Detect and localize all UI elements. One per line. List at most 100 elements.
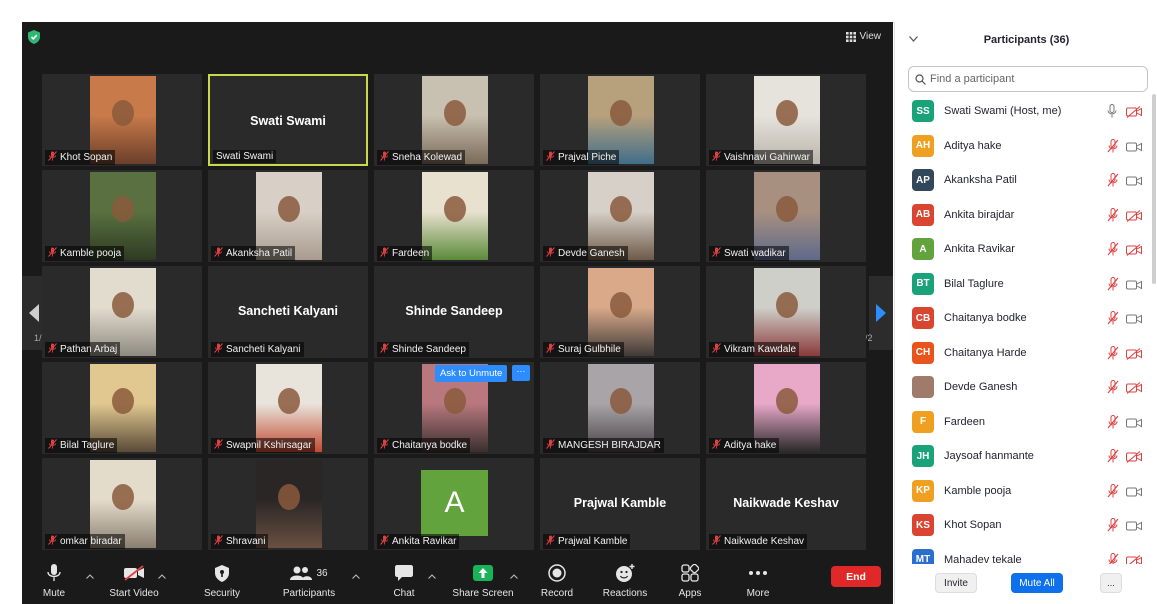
chevron-up-icon[interactable] bbox=[352, 571, 360, 581]
camera-icon[interactable] bbox=[1126, 140, 1142, 152]
video-tile-shinde-sandeep[interactable]: Shinde Sandeep Shinde Sandeep bbox=[374, 266, 534, 358]
participant-row[interactable]: KS Khot Sopan bbox=[895, 508, 1157, 542]
participant-row[interactable]: MT Mahadev tekale bbox=[895, 543, 1157, 564]
participant-row[interactable]: SS Swati Swami (Host, me) bbox=[895, 94, 1157, 128]
camera-off-icon[interactable] bbox=[1126, 381, 1142, 394]
person-silhouette bbox=[444, 196, 466, 222]
participant-row[interactable]: F Fardeen bbox=[895, 405, 1157, 439]
camera-icon[interactable] bbox=[1126, 485, 1142, 497]
video-tile-ankita-ravikar[interactable]: A Ankita Ravikar bbox=[374, 458, 534, 550]
camera-icon[interactable] bbox=[1126, 312, 1142, 324]
participant-row[interactable]: Devde Ganesh bbox=[895, 370, 1157, 404]
camera-off-icon[interactable] bbox=[1126, 450, 1142, 463]
participant-row[interactable]: KP Kamble pooja bbox=[895, 474, 1157, 508]
tile-more-options-button[interactable]: ··· bbox=[512, 365, 530, 381]
video-tile-aditya-hake[interactable]: Aditya hake bbox=[706, 362, 866, 454]
video-tile-sancheti-kalyani[interactable]: Sancheti Kalyani Sancheti Kalyani bbox=[208, 266, 368, 358]
video-tile-vaishnavi-gahirwar[interactable]: Vaishnavi Gahirwar bbox=[706, 74, 866, 166]
video-tile-prajwal-kamble[interactable]: Prajwal Kamble Prajwal Kamble bbox=[540, 458, 700, 550]
video-tile-devde-ganesh[interactable]: Devde Ganesh bbox=[540, 170, 700, 262]
video-tile-sneha-kolewad[interactable]: Sneha Kolewad bbox=[374, 74, 534, 166]
video-tile-swapnil-kshirsagar[interactable]: Swapnil Kshirsagar bbox=[208, 362, 368, 454]
mic-muted-icon bbox=[380, 439, 389, 452]
camera-icon[interactable] bbox=[1126, 174, 1142, 186]
camera-off-icon[interactable] bbox=[1126, 347, 1142, 360]
apps-button[interactable]: Apps bbox=[674, 562, 706, 599]
panel-more-button[interactable]: ... bbox=[1100, 573, 1122, 593]
share-screen-button[interactable]: Share Screen bbox=[448, 562, 518, 599]
invite-button[interactable]: Invite bbox=[935, 573, 977, 593]
mic-muted-icon[interactable] bbox=[1107, 483, 1119, 498]
video-tile-bilal-taglure[interactable]: Bilal Taglure bbox=[42, 362, 202, 454]
mic-muted-icon[interactable] bbox=[1107, 311, 1119, 325]
video-tile-omkar-biradar[interactable]: omkar biradar bbox=[42, 458, 202, 550]
find-participant-input[interactable]: Find a participant bbox=[908, 66, 1148, 92]
camera-off-icon[interactable] bbox=[1126, 209, 1142, 222]
video-tile-suraj-gulbhile[interactable]: Suraj Gulbhile bbox=[540, 266, 700, 358]
camera-off-icon[interactable] bbox=[1126, 554, 1142, 564]
mic-muted-icon[interactable] bbox=[1107, 207, 1119, 222]
mic-icon[interactable] bbox=[1107, 104, 1119, 118]
participant-row[interactable]: A Ankita Ravikar bbox=[895, 232, 1157, 266]
mic-muted-icon[interactable] bbox=[1107, 242, 1119, 256]
camera-off-icon[interactable] bbox=[1126, 105, 1142, 118]
chevron-up-icon[interactable] bbox=[428, 571, 436, 581]
record-button[interactable]: Record bbox=[538, 562, 576, 599]
camera-icon[interactable] bbox=[1126, 519, 1142, 531]
video-tile-fardeen[interactable]: Fardeen bbox=[374, 170, 534, 262]
video-tile-shravani[interactable]: Shravani bbox=[208, 458, 368, 550]
chevron-up-icon[interactable] bbox=[86, 571, 94, 581]
participant-list-scrollbar[interactable] bbox=[1152, 94, 1156, 284]
more-button[interactable]: More bbox=[742, 562, 774, 599]
mute-button[interactable]: Mute bbox=[36, 562, 72, 599]
participant-row[interactable]: CB Chaitanya bodke bbox=[895, 301, 1157, 335]
ask-to-unmute-button[interactable]: Ask to Unmute bbox=[435, 365, 508, 382]
participant-row[interactable]: AH Aditya hake bbox=[895, 129, 1157, 163]
next-page-button[interactable] bbox=[869, 276, 893, 350]
participants-button[interactable]: 36 Participants bbox=[278, 562, 340, 599]
mic-muted-icon[interactable] bbox=[1107, 449, 1119, 463]
mic-muted-icon[interactable] bbox=[1107, 518, 1119, 532]
mic-muted-icon[interactable] bbox=[1107, 138, 1119, 153]
mic-muted-icon[interactable] bbox=[1107, 276, 1119, 291]
video-tile-naikwade-keshav[interactable]: Naikwade Keshav Naikwade Keshav bbox=[706, 458, 866, 550]
mic-muted-icon[interactable] bbox=[1107, 414, 1119, 429]
video-tile-kamble-pooja[interactable]: Kamble pooja bbox=[42, 170, 202, 262]
camera-icon[interactable] bbox=[1126, 416, 1142, 428]
video-tile-khot-sopan[interactable]: Khot Sopan bbox=[42, 74, 202, 166]
participant-row[interactable]: JH Jaysoaf hanmante bbox=[895, 439, 1157, 473]
participant-row[interactable]: CH Chaitanya Harde bbox=[895, 336, 1157, 370]
video-tile-vikram-kawdale[interactable]: Vikram Kawdale bbox=[706, 266, 866, 358]
avatar: CH bbox=[912, 341, 934, 364]
chevron-up-icon[interactable] bbox=[158, 571, 166, 581]
view-button[interactable]: View bbox=[845, 31, 881, 42]
video-tile-pathan-arbaj[interactable]: Pathan Arbaj bbox=[42, 266, 202, 358]
participant-row[interactable]: AB Ankita birajdar bbox=[895, 198, 1157, 232]
mic-muted-icon bbox=[48, 247, 57, 260]
security-button[interactable]: Security bbox=[200, 562, 244, 599]
video-tile-swati-swami[interactable]: Swati Swami Swati Swami bbox=[208, 74, 368, 166]
participant-name: Swati Swami bbox=[216, 151, 274, 162]
mic-muted-icon[interactable] bbox=[1107, 173, 1119, 187]
person-silhouette bbox=[444, 388, 466, 414]
video-tile-prajval-piche[interactable]: Prajval Piche bbox=[540, 74, 700, 166]
mic-muted-icon[interactable] bbox=[1107, 380, 1119, 394]
participant-row[interactable]: BT Bilal Taglure bbox=[895, 267, 1157, 301]
person-silhouette bbox=[610, 388, 632, 414]
encryption-shield-icon[interactable] bbox=[28, 30, 40, 44]
participant-row[interactable]: AP Akanksha Patil bbox=[895, 163, 1157, 197]
chat-button[interactable]: Chat bbox=[388, 562, 420, 599]
mic-muted-icon[interactable] bbox=[1107, 552, 1119, 564]
video-tile-mangesh-birajdar[interactable]: MANGESH BIRAJDAR bbox=[540, 362, 700, 454]
participant-name: Chaitanya Harde bbox=[944, 346, 1027, 359]
video-tile-akanksha-patil[interactable]: Akanksha Patil bbox=[208, 170, 368, 262]
end-meeting-button[interactable]: End bbox=[831, 566, 881, 587]
mic-muted-icon[interactable] bbox=[1107, 345, 1119, 360]
start-video-button[interactable]: Start Video bbox=[102, 562, 166, 599]
mute-all-button[interactable]: Mute All bbox=[1011, 573, 1063, 593]
chevron-up-icon[interactable] bbox=[510, 571, 518, 581]
video-tile-swati-wadikar[interactable]: Swati wadikar bbox=[706, 170, 866, 262]
camera-icon[interactable] bbox=[1126, 278, 1142, 290]
reactions-button[interactable]: Reactions bbox=[600, 562, 650, 599]
camera-off-icon[interactable] bbox=[1126, 243, 1142, 256]
